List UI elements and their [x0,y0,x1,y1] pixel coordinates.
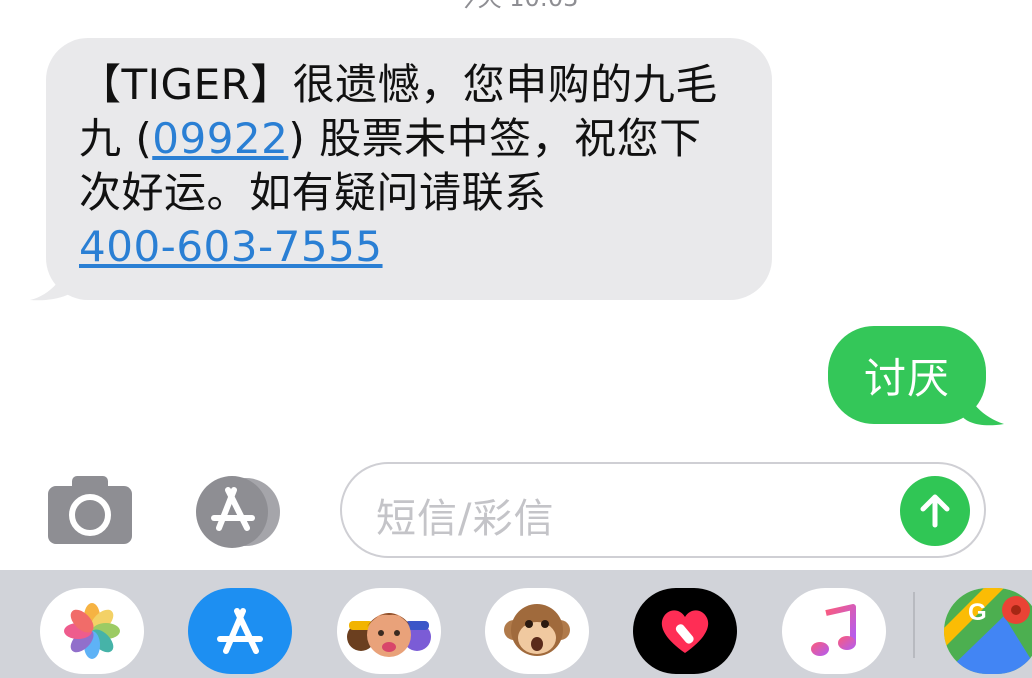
app-store-app-button[interactable] [188,588,292,674]
app-drawer: G [0,570,1032,678]
camera-button[interactable] [46,474,134,550]
heart-icon [661,610,709,653]
memoji-icon [347,613,431,657]
incoming-message-bubble[interactable]: 【TIGER】很遗憾，您申购的九毛九 (09922) 股票未中签，祝您下次好运。… [46,38,772,300]
monkey-icon [504,604,570,656]
outgoing-message-text: 讨厌 [863,353,950,403]
photos-icon [64,603,120,659]
photos-app-button[interactable] [40,588,144,674]
timestamp: 今天 10:03 [0,0,1032,13]
memoji-app-button[interactable] [337,588,441,674]
message-input-placeholder: 短信/彩信 [376,496,555,542]
app-store-tray-icon [217,608,263,654]
stock-code-link[interactable]: 09922 [152,114,288,163]
animoji-app-button[interactable] [485,588,589,674]
arrow-up-icon [920,494,950,528]
message-input[interactable]: 短信/彩信 [340,462,986,558]
svg-text:G: G [968,599,987,626]
music-app-button[interactable] [782,588,886,674]
digital-touch-app-button[interactable] [633,588,737,674]
send-button[interactable] [900,476,970,546]
app-store-icon [196,476,280,548]
incoming-message-text: 【TIGER】很遗憾，您申购的九毛九 (09922) 股票未中签，祝您下次好运。… [79,58,744,274]
google-maps-icon: G [944,588,1032,674]
maps-app-button[interactable]: G [944,588,1032,674]
outgoing-message-bubble[interactable]: 讨厌 [828,326,986,424]
music-note-icon [811,604,856,656]
phone-link[interactable]: 400-603-7555 [79,222,383,271]
apps-button[interactable] [192,474,292,554]
camera-icon [48,476,132,544]
tray-separator [913,592,915,658]
